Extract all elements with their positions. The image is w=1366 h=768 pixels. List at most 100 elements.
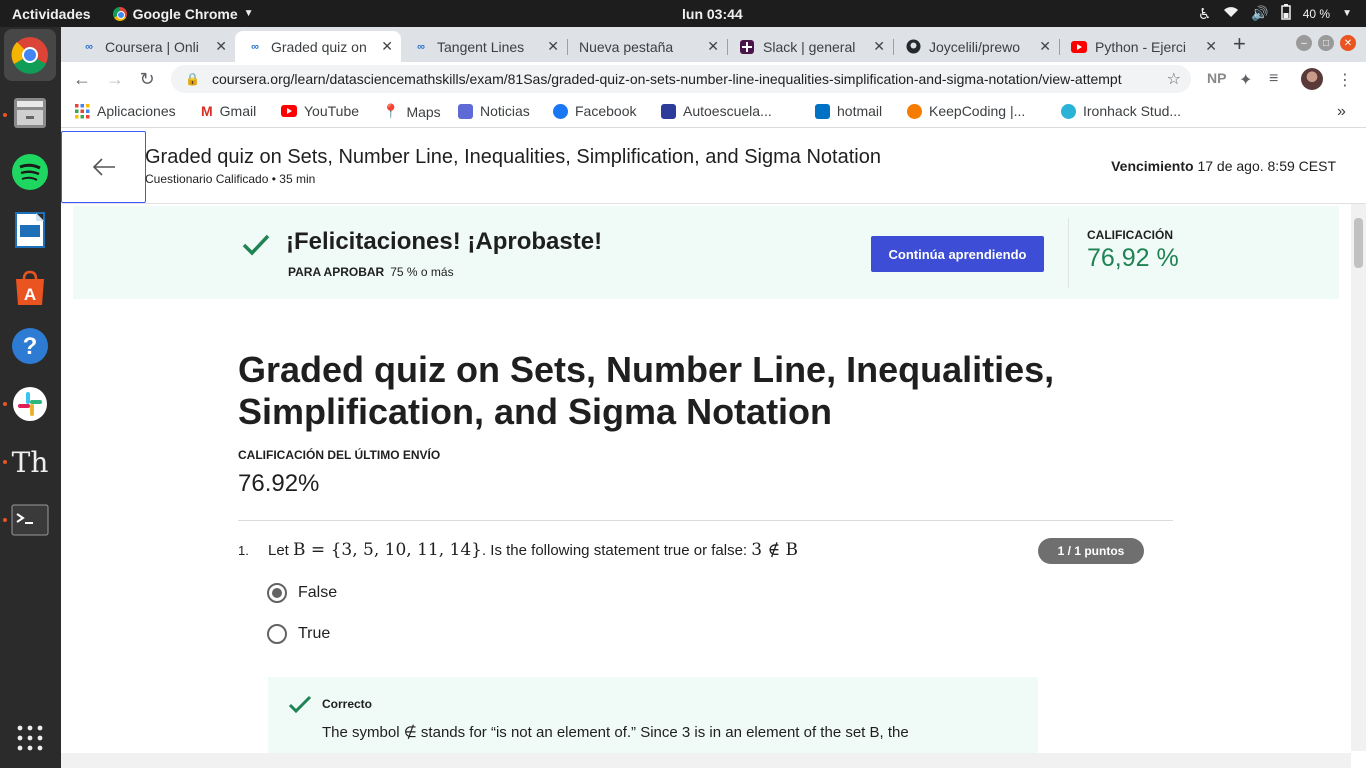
activities-button[interactable]: Actividades: [12, 6, 91, 22]
dock-software[interactable]: A: [10, 268, 50, 308]
autoescuela-icon: [661, 103, 676, 119]
dock-chrome[interactable]: [4, 29, 56, 81]
tab-new-tab[interactable]: Nueva pestaña ✕: [567, 31, 728, 62]
bookmark-label: Autoescuela...: [683, 103, 772, 119]
last-grade-label: CALIFICACIÓN DEL ÚLTIMO ENVÍO: [238, 448, 441, 462]
tab-graded-quiz[interactable]: ∞ Graded quiz on ✕: [235, 31, 401, 62]
continue-learning-button[interactable]: Continúa aprendiendo: [871, 236, 1044, 272]
app-name: Google Chrome: [132, 5, 238, 22]
coursera-icon: ∞: [417, 40, 425, 53]
close-tab-icon[interactable]: ✕: [381, 38, 393, 55]
close-tab-icon[interactable]: ✕: [1039, 38, 1051, 55]
more-menu-icon[interactable]: ⋮: [1337, 70, 1353, 90]
toolbar: ← → ↻ 🔒 coursera.org/learn/datasciencema…: [61, 62, 1366, 96]
bookmark-keepcoding[interactable]: KeepCoding |...: [907, 103, 1025, 119]
grade-label: CALIFICACIÓN: [1087, 228, 1173, 242]
gmail-icon: M: [201, 103, 213, 119]
minimize-icon[interactable]: –: [1296, 35, 1312, 51]
bookmark-label: Facebook: [575, 103, 637, 119]
close-tab-icon[interactable]: ✕: [215, 38, 227, 55]
question-text: Let B = {3, 5, 10, 11, 14}. Is the follo…: [268, 540, 798, 560]
reload-icon[interactable]: ↻: [136, 68, 158, 90]
app-menu[interactable]: Google Chrome ▼: [112, 5, 254, 22]
due-date: Vencimiento 17 de ago. 8:59 CEST: [1111, 158, 1336, 174]
bookmark-noticias[interactable]: Noticias: [458, 103, 530, 119]
address-bar[interactable]: 🔒 coursera.org/learn/datasciencemathskil…: [171, 65, 1191, 93]
close-tab-icon[interactable]: ✕: [1205, 38, 1217, 55]
feedback-text: The symbol ∉ stands for “is not an eleme…: [322, 724, 909, 741]
dock-terminal[interactable]: [10, 500, 50, 540]
bookmark-autoescuela[interactable]: Autoescuela...: [661, 103, 772, 119]
tab-title: Nueva pestaña: [579, 38, 674, 55]
wifi-icon: [1223, 6, 1239, 21]
maximize-icon[interactable]: □: [1318, 35, 1334, 51]
tab-strip: ∞ Coursera | Onli ✕ ∞ Graded quiz on ✕ ∞…: [61, 27, 1366, 62]
close-tab-icon[interactable]: ✕: [707, 38, 719, 55]
dock-spotify[interactable]: [10, 152, 50, 192]
bookmark-star-icon[interactable]: ☆: [1167, 69, 1181, 89]
coursera-icon: ∞: [251, 40, 259, 53]
answer-option-false[interactable]: False: [267, 583, 337, 603]
close-window-icon[interactable]: ✕: [1340, 35, 1356, 51]
bookmark-maps[interactable]: 📍 Maps: [382, 103, 441, 120]
close-tab-icon[interactable]: ✕: [873, 38, 885, 55]
divider: [238, 520, 1173, 521]
bookmark-hotmail[interactable]: hotmail: [815, 103, 882, 119]
outlook-icon: [815, 103, 830, 119]
page-title: Graded quiz on Sets, Number Line, Inequa…: [238, 349, 1055, 432]
scrollbar-thumb[interactable]: [1354, 218, 1363, 268]
dock-slack[interactable]: [10, 384, 50, 424]
bookmark-aplicaciones[interactable]: Aplicaciones: [75, 103, 176, 119]
tab-coursera-home[interactable]: ∞ Coursera | Onli ✕: [69, 31, 236, 62]
bookmark-facebook[interactable]: Facebook: [553, 103, 636, 119]
extensions-puzzle-icon[interactable]: ✦: [1239, 70, 1252, 90]
tab-title: Python - Ejerci: [1095, 38, 1187, 55]
dock-files[interactable]: [10, 93, 50, 133]
accessibility-icon: ♿: [1197, 5, 1212, 23]
bookmark-youtube[interactable]: YouTube: [281, 103, 359, 119]
horizontal-scrollbar[interactable]: [61, 753, 1351, 768]
extension-np[interactable]: NP: [1207, 70, 1226, 86]
back-arrow-icon[interactable]: ←: [71, 68, 93, 90]
media-queue-icon[interactable]: ≡: [1269, 70, 1278, 88]
bookmark-label: Gmail: [219, 103, 257, 119]
close-tab-icon[interactable]: ✕: [547, 38, 559, 55]
pass-threshold: PARA APROBAR 75 % o más: [288, 265, 454, 279]
radio-unselected[interactable]: [267, 624, 287, 644]
lock-icon: 🔒: [185, 72, 200, 86]
dock-help[interactable]: ?: [10, 326, 50, 366]
new-tab-button[interactable]: +: [1233, 31, 1246, 57]
bookmark-ironhack[interactable]: Ironhack Stud...: [1061, 103, 1181, 119]
profile-avatar[interactable]: [1301, 68, 1323, 90]
ironhack-icon: [1061, 103, 1076, 119]
tab-title: Coursera | Onli: [105, 38, 199, 55]
answer-option-true[interactable]: True: [267, 624, 330, 644]
radio-selected[interactable]: [267, 583, 287, 603]
bookmark-label: hotmail: [837, 103, 883, 119]
quiz-header-subtitle: Cuestionario Calificado • 35 min: [145, 172, 316, 186]
apps-grid-icon: [17, 725, 43, 751]
vertical-scrollbar[interactable]: [1351, 204, 1366, 751]
keepcoding-icon: [907, 103, 922, 119]
pass-banner: ¡Felicitaciones! ¡Aprobaste! PARA APROBA…: [73, 206, 1339, 299]
system-tray[interactable]: ♿ 🔊 40 % ▼: [1198, 4, 1352, 23]
svg-text:?: ?: [23, 333, 38, 360]
news-icon: [458, 103, 473, 119]
dock-show-apps[interactable]: [10, 718, 50, 758]
bookmark-gmail[interactable]: M Gmail: [201, 103, 256, 119]
tab-slack[interactable]: Slack | general ✕: [727, 31, 894, 62]
question-math-statement: 3 ∉ B: [751, 540, 798, 560]
bookmarks-overflow-icon[interactable]: »: [1337, 103, 1346, 121]
clock[interactable]: lun 03:44: [682, 6, 743, 22]
tab-youtube-python[interactable]: Python - Ejerci ✕: [1059, 31, 1225, 62]
tab-tangent-lines[interactable]: ∞ Tangent Lines ✕: [401, 31, 568, 62]
dock-writer[interactable]: [10, 210, 50, 250]
forward-arrow-icon[interactable]: →: [104, 68, 126, 90]
dock-typora[interactable]: Th: [10, 442, 50, 482]
maps-pin-icon: 📍: [382, 103, 400, 119]
back-button[interactable]: [61, 131, 146, 203]
tab-title: Slack | general: [763, 38, 856, 55]
tab-github[interactable]: Joycelili/prewo ✕: [893, 31, 1060, 62]
svg-text:A: A: [24, 285, 36, 304]
checkmark-icon: [288, 695, 312, 714]
